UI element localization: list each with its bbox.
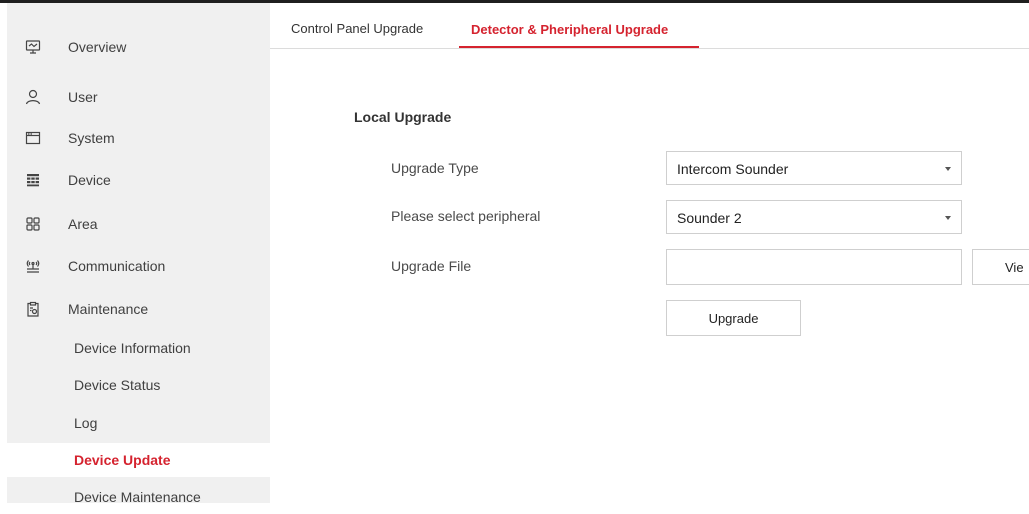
peripheral-select[interactable]: Sounder 2 xyxy=(666,200,962,234)
sidebar-subitem-label: Device Information xyxy=(74,340,191,356)
upgrade-type-value: Intercom Sounder xyxy=(677,161,789,177)
sidebar-item-device[interactable]: Device xyxy=(7,163,270,197)
section-title: Local Upgrade xyxy=(354,109,452,125)
sidebar-subitem-device-information[interactable]: Device Information xyxy=(7,331,270,365)
sidebar-subitem-log[interactable]: Log xyxy=(7,406,270,440)
chevron-down-icon xyxy=(945,216,951,220)
sidebar-item-label: Maintenance xyxy=(68,301,149,317)
sidebar-subitem-device-status[interactable]: Device Status xyxy=(7,368,270,402)
sidebar-item-user[interactable]: User xyxy=(7,80,270,114)
maintenance-clipboard-icon xyxy=(25,301,41,317)
view-button[interactable]: Vie xyxy=(972,249,1029,285)
main-content: Control Panel Upgrade Detector & Pheriph… xyxy=(270,3,1029,503)
peripheral-label: Please select peripheral xyxy=(391,208,541,224)
upgrade-button[interactable]: Upgrade xyxy=(666,300,801,336)
sidebar-item-label: Area xyxy=(68,216,98,232)
active-tab-indicator xyxy=(459,46,699,48)
monitor-icon xyxy=(25,39,41,55)
sidebar-item-label: Device xyxy=(68,172,111,188)
upgrade-type-label: Upgrade Type xyxy=(391,160,479,176)
peripheral-value: Sounder 2 xyxy=(677,210,742,226)
sidebar-subitem-label: Log xyxy=(74,415,98,431)
upgrade-type-select[interactable]: Intercom Sounder xyxy=(666,151,962,185)
area-grid-icon xyxy=(25,216,41,232)
tab-control-panel-upgrade[interactable]: Control Panel Upgrade xyxy=(291,21,423,36)
sidebar-subitem-label: Device Update xyxy=(74,452,171,468)
tab-bar: Control Panel Upgrade Detector & Pheriph… xyxy=(270,3,1029,49)
sidebar-item-maintenance[interactable]: Maintenance xyxy=(7,292,270,326)
chevron-down-icon xyxy=(945,167,951,171)
upgrade-file-input[interactable] xyxy=(666,249,962,285)
sidebar-item-overview[interactable]: Overview xyxy=(7,30,270,64)
upgrade-file-label: Upgrade File xyxy=(391,258,472,274)
sidebar-item-area[interactable]: Area xyxy=(7,207,270,241)
sidebar-item-label: Overview xyxy=(68,39,127,55)
sidebar-item-system[interactable]: System xyxy=(7,121,270,155)
sidebar-item-label: Communication xyxy=(68,258,166,274)
user-icon xyxy=(25,89,41,105)
window-icon xyxy=(25,130,41,146)
signal-tower-icon xyxy=(25,258,41,274)
sidebar-subitem-device-maintenance[interactable]: Device Maintenance xyxy=(7,480,270,514)
sidebar-item-label: User xyxy=(68,89,98,105)
sidebar-item-label: System xyxy=(68,130,115,146)
tab-detector-peripheral-upgrade[interactable]: Detector & Pheripheral Upgrade xyxy=(471,22,668,37)
sidebar-subitem-device-update[interactable]: Device Update xyxy=(7,443,270,477)
sidebar-item-communication[interactable]: Communication xyxy=(7,249,270,283)
device-grid-icon xyxy=(25,172,41,188)
sidebar-subitem-label: Device Status xyxy=(74,377,161,393)
sidebar: Overview User System Device Area Communi… xyxy=(7,3,270,505)
